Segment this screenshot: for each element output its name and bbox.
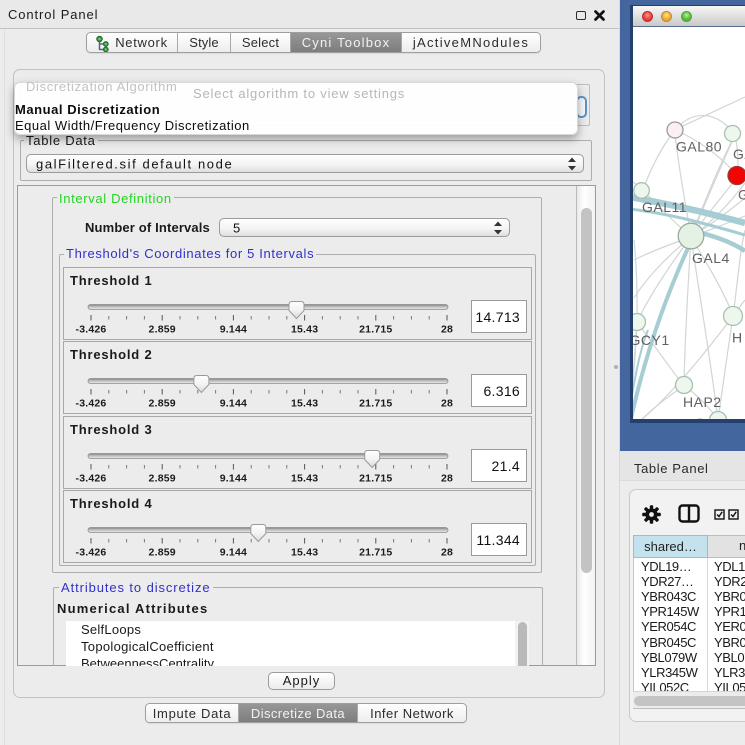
svg-text:2.859: 2.859 bbox=[149, 398, 176, 410]
svg-text:GAL80: GAL80 bbox=[676, 139, 722, 155]
svg-text:2.859: 2.859 bbox=[149, 324, 176, 336]
svg-text:9.144: 9.144 bbox=[220, 547, 247, 559]
svg-text:15.43: 15.43 bbox=[291, 398, 318, 410]
svg-text:GAL4: GAL4 bbox=[692, 250, 730, 266]
svg-text:2.859: 2.859 bbox=[149, 547, 176, 559]
svg-text:15.43: 15.43 bbox=[291, 547, 318, 559]
svg-text:28: 28 bbox=[441, 547, 453, 559]
svg-text:-3.426: -3.426 bbox=[76, 324, 107, 336]
svg-text:28: 28 bbox=[441, 398, 453, 410]
svg-text:G: G bbox=[738, 187, 745, 203]
svg-text:28: 28 bbox=[441, 473, 453, 485]
svg-text:21.715: 21.715 bbox=[359, 324, 392, 336]
svg-text:9.144: 9.144 bbox=[220, 324, 247, 336]
svg-text:9.144: 9.144 bbox=[220, 398, 247, 410]
svg-text:2.859: 2.859 bbox=[149, 473, 176, 485]
svg-text:21.715: 21.715 bbox=[359, 473, 392, 485]
svg-text:9.144: 9.144 bbox=[220, 473, 247, 485]
svg-text:28: 28 bbox=[441, 324, 453, 336]
svg-text:15.43: 15.43 bbox=[291, 324, 318, 336]
svg-text:GA: GA bbox=[733, 146, 745, 162]
svg-text:HAP2: HAP2 bbox=[683, 394, 722, 410]
svg-text:GCY1: GCY1 bbox=[633, 332, 670, 348]
svg-text:-3.426: -3.426 bbox=[76, 398, 107, 410]
svg-text:15.43: 15.43 bbox=[291, 473, 318, 485]
svg-text:GAL11: GAL11 bbox=[642, 199, 687, 215]
svg-text:-3.426: -3.426 bbox=[76, 547, 107, 559]
svg-text:H: H bbox=[732, 330, 743, 346]
svg-text:-3.426: -3.426 bbox=[76, 473, 107, 485]
svg-text:21.715: 21.715 bbox=[359, 398, 392, 410]
svg-text:21.715: 21.715 bbox=[359, 547, 392, 559]
